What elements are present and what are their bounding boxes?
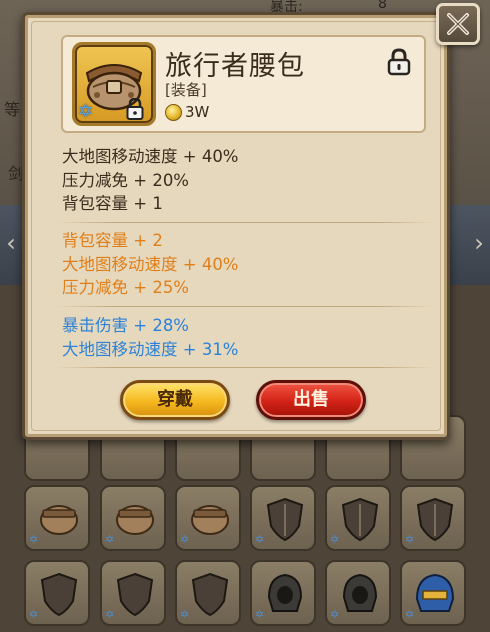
- helmet-icon: [415, 573, 455, 612]
- stat-line: 大地图移动速度 + 40%: [62, 254, 239, 274]
- inventory-slot-bag[interactable]: ✡: [100, 485, 166, 551]
- equip-button[interactable]: 穿戴: [120, 380, 230, 420]
- divider: [56, 306, 434, 307]
- inventory-slot-bag[interactable]: ✡: [24, 485, 90, 551]
- sell-button[interactable]: 出售: [256, 380, 366, 420]
- hood-icon: [342, 573, 378, 612]
- item-type: [装备]: [165, 81, 207, 99]
- star-badge-icon: ✡: [180, 533, 190, 546]
- waist-bag-icon: [191, 505, 229, 535]
- shield-icon: [266, 497, 304, 542]
- shield-icon: [116, 572, 154, 617]
- star-badge-icon: ✡: [105, 608, 115, 621]
- inventory-slot-shield[interactable]: ✡: [175, 560, 241, 626]
- inventory-slot-bag[interactable]: ✡: [175, 485, 241, 551]
- lock-icon: [126, 98, 144, 120]
- star-badge-icon: ✡: [29, 608, 39, 621]
- stat-line: 暴击伤害 + 28%: [62, 316, 189, 335]
- bonus-stats-blue: 暴击伤害 + 28% 大地图移动速度 + 31%: [62, 314, 239, 361]
- stat-line: 背包容量 + 1: [62, 194, 163, 213]
- shield-icon: [341, 497, 379, 542]
- shield-icon: [40, 572, 78, 617]
- star-badge-icon: ✡: [330, 533, 340, 546]
- arrow-left-icon[interactable]: ‹: [0, 228, 22, 258]
- star-badge-icon: ✡: [330, 608, 340, 621]
- stat-line: 大地图移动速度 + 40%: [62, 147, 239, 166]
- inventory-slot-shield[interactable]: ✡: [325, 485, 391, 551]
- coin-icon: [165, 104, 182, 121]
- item-price: 3W: [185, 103, 210, 121]
- star-badge-icon: ✡: [255, 533, 265, 546]
- divider: [56, 222, 434, 223]
- shield-icon: [416, 497, 454, 542]
- base-stats: 大地图移动速度 + 40% 压力减免 + 20% 背包容量 + 1: [62, 145, 239, 216]
- bonus-stats-orange: 背包容量 + 2 大地图移动速度 + 40% 压力减免 + 25%: [62, 229, 239, 300]
- stat-line: 压力减免 + 20%: [62, 170, 189, 190]
- shield-icon: [191, 572, 229, 617]
- waist-bag-icon: [116, 505, 154, 535]
- hood-icon: [267, 573, 303, 612]
- waist-bag-icon: [40, 505, 78, 535]
- star-badge-icon: ✡: [255, 608, 265, 621]
- inventory-slot-shield[interactable]: ✡: [100, 560, 166, 626]
- lock-toggle-icon[interactable]: [387, 48, 411, 76]
- close-button[interactable]: [436, 3, 480, 45]
- bg-side-label: 等: [4, 100, 21, 119]
- stat-line: 压力减免 + 25%: [62, 278, 189, 297]
- close-icon: [447, 13, 469, 35]
- inventory-slot-shield[interactable]: ✡: [24, 560, 90, 626]
- inventory-slot-helmet[interactable]: ✡: [400, 560, 466, 626]
- inventory-slot-helmet[interactable]: ✡: [325, 560, 391, 626]
- star-badge-icon: ✡: [78, 101, 94, 122]
- star-badge-icon: ✡: [29, 533, 39, 546]
- bg-stat-value: 8: [378, 0, 387, 12]
- inventory-slot-shield[interactable]: ✡: [400, 485, 466, 551]
- inventory-slot-helmet[interactable]: ✡: [250, 560, 316, 626]
- star-badge-icon: ✡: [405, 608, 415, 621]
- star-badge-icon: ✡: [405, 533, 415, 546]
- arrow-right-icon[interactable]: ›: [468, 228, 490, 258]
- star-badge-icon: ✡: [180, 608, 190, 621]
- divider: [56, 367, 434, 368]
- stat-line: 大地图移动速度 + 31%: [62, 339, 239, 359]
- stat-line: 背包容量 + 2: [62, 231, 163, 250]
- inventory-slot-shield[interactable]: ✡: [250, 485, 316, 551]
- star-badge-icon: ✡: [105, 533, 115, 546]
- item-name: 旅行者腰包: [165, 51, 305, 82]
